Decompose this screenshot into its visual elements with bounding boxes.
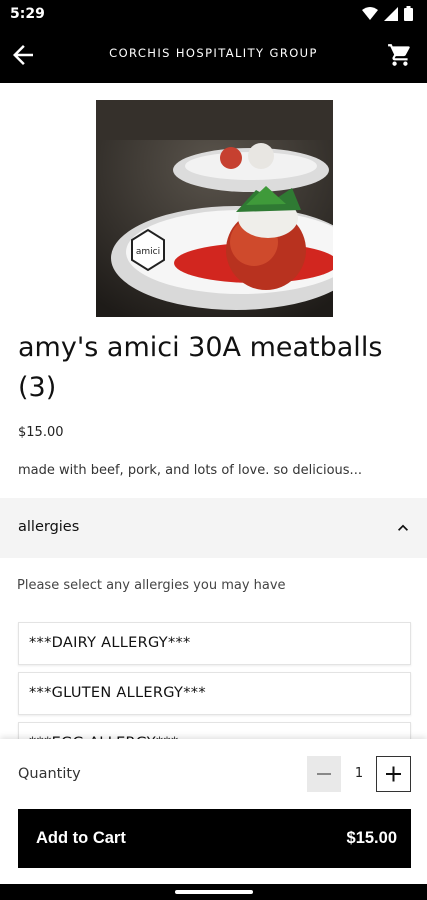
bottom-cart-panel: Quantity 1 Add to Cart $15.00	[0, 739, 427, 900]
allergy-option-dairy[interactable]: ***DAIRY ALLERGY***	[18, 622, 411, 665]
add-to-cart-button[interactable]: Add to Cart $15.00	[18, 809, 411, 868]
allergies-section-header[interactable]: allergies	[0, 498, 427, 558]
app-title: CORCHIS HOSPITALITY GROUP	[109, 46, 318, 60]
status-time: 5:29	[10, 6, 45, 22]
item-description: made with beef, pork, and lots of love. …	[18, 463, 362, 478]
allergy-option-gluten[interactable]: ***GLUTEN ALLERGY***	[18, 672, 411, 715]
status-icons	[362, 6, 413, 21]
add-to-cart-total: $15.00	[346, 829, 397, 847]
shopping-cart-icon[interactable]	[387, 42, 413, 68]
increase-quantity-button[interactable]	[376, 756, 411, 792]
status-bar: 5:29	[0, 0, 427, 28]
minus-icon	[317, 773, 331, 775]
item-title: amy's amici 30A meatballs (3)	[18, 332, 383, 403]
back-arrow-icon[interactable]	[8, 40, 38, 70]
plus-icon	[386, 766, 401, 782]
item-photo: amici	[96, 100, 333, 317]
signal-icon	[384, 6, 398, 21]
allergy-option-label: ***DAIRY ALLERGY***	[29, 635, 191, 651]
system-nav-bar	[0, 884, 427, 900]
wifi-icon	[362, 6, 378, 20]
home-gesture-handle[interactable]	[175, 890, 253, 894]
battery-icon	[404, 6, 413, 21]
allergies-section-title: allergies	[18, 519, 80, 535]
quantity-stepper: 1	[307, 756, 411, 792]
add-to-cart-label: Add to Cart	[36, 829, 126, 847]
allergy-option-label: ***GLUTEN ALLERGY***	[29, 685, 206, 701]
app-bar: CORCHIS HOSPITALITY GROUP	[0, 28, 427, 83]
quantity-label: Quantity	[18, 766, 81, 782]
item-price: $15.00	[18, 425, 64, 440]
chevron-up-icon[interactable]	[393, 518, 413, 538]
allergies-prompt: Please select any allergies you may have	[17, 578, 286, 593]
quantity-value: 1	[354, 766, 364, 781]
svg-text:amici: amici	[136, 247, 160, 257]
decrease-quantity-button[interactable]	[307, 756, 341, 792]
